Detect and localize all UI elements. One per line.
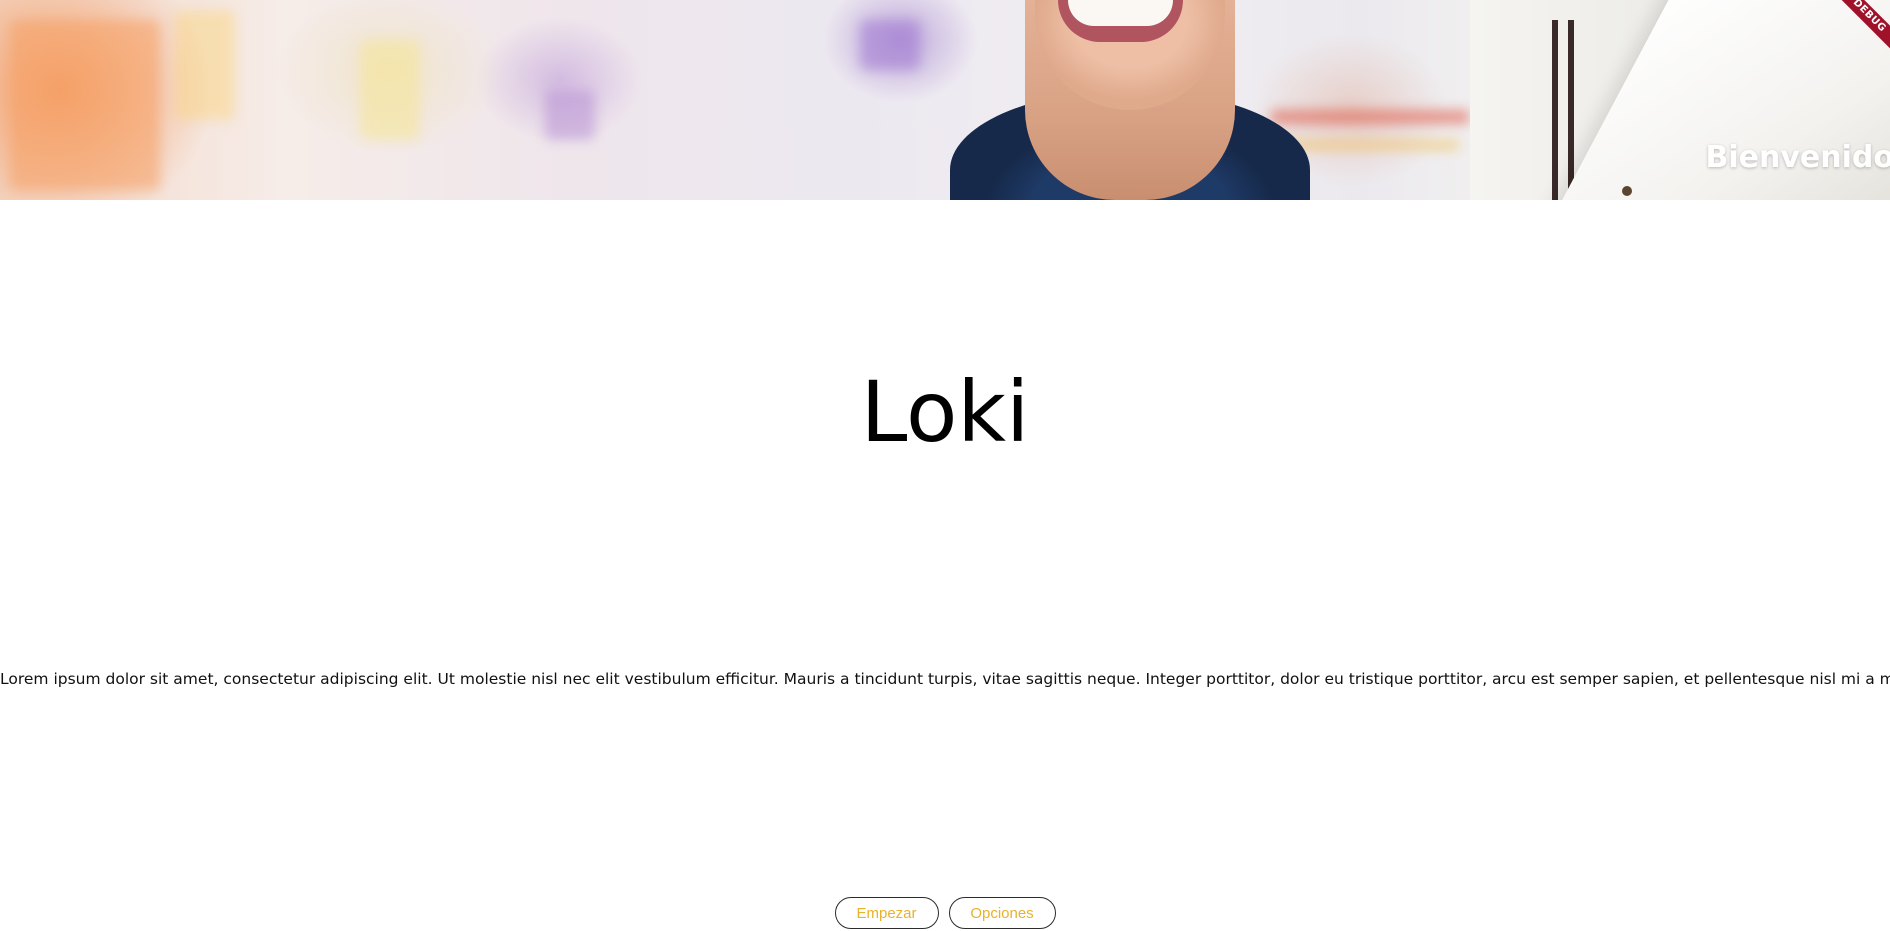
welcome-screen: Bienvenido DEBUG Loki Lorem ipsum dolor … — [0, 0, 1890, 931]
hero-person-teeth — [1068, 0, 1173, 26]
start-button[interactable]: Empezar — [834, 897, 939, 929]
app-description: Lorem ipsum dolor sit amet, consectetur … — [0, 670, 1890, 688]
hero-banner: Bienvenido — [0, 0, 1890, 200]
hero-background-shelf — [360, 40, 420, 140]
action-buttons: Empezar Opciones — [0, 897, 1890, 929]
hero-title: Bienvenido — [1705, 140, 1890, 175]
hero-background-shelf — [1280, 140, 1460, 150]
hero-shelf-post — [1568, 20, 1574, 200]
hero-background-shelf — [860, 20, 920, 70]
hero-background-shelf — [545, 90, 595, 140]
hero-background-shelf — [10, 20, 160, 190]
options-button[interactable]: Opciones — [948, 897, 1056, 929]
hero-background-shelf — [175, 10, 235, 120]
hero-shelf-post — [1552, 20, 1558, 200]
hero-background-shelf — [1270, 110, 1470, 124]
app-title: Loki — [860, 363, 1030, 461]
hero-shelf-pin — [1622, 186, 1632, 196]
